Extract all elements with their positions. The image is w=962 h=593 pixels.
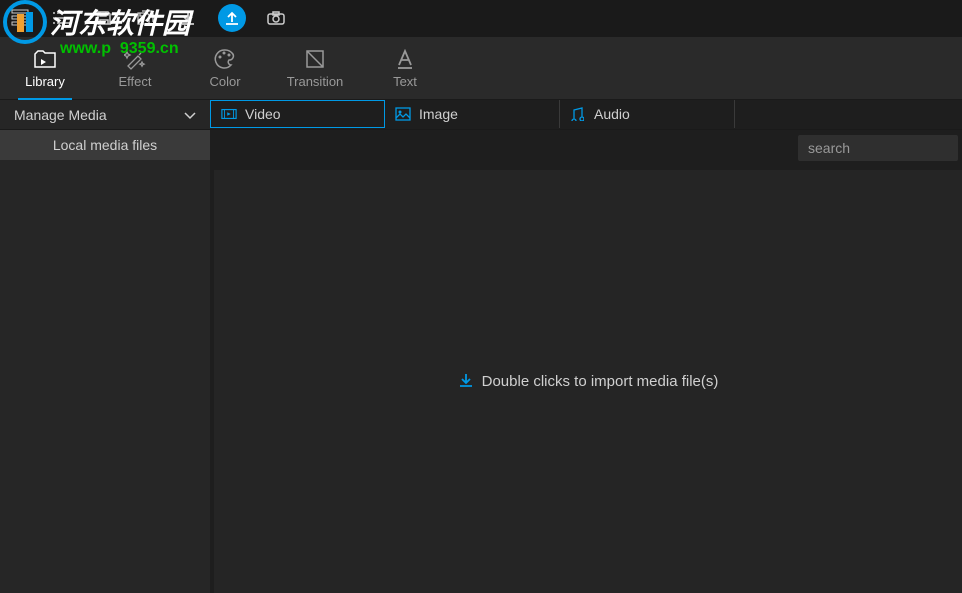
tab-transition-label: Transition xyxy=(287,74,344,89)
sidebar: Manage Media Local media files xyxy=(0,100,210,593)
save-as-icon[interactable] xyxy=(134,6,158,30)
audio-icon xyxy=(570,107,586,121)
save-icon[interactable] xyxy=(92,6,116,30)
tab-color-label: Color xyxy=(209,74,240,89)
media-tab-audio-label: Audio xyxy=(594,106,630,122)
import-icon xyxy=(458,372,474,392)
media-tab-audio[interactable]: Audio xyxy=(560,100,735,128)
library-icon xyxy=(34,48,56,70)
effect-icon xyxy=(124,48,146,70)
main-panel: Video Image Audio xyxy=(210,100,962,593)
camera-icon[interactable] xyxy=(264,6,288,30)
tab-color[interactable]: Color xyxy=(180,36,270,100)
media-tab-image-label: Image xyxy=(419,106,458,122)
tab-library[interactable]: Library xyxy=(0,36,90,100)
tab-text-label: Text xyxy=(393,74,417,89)
manage-media-label: Manage Media xyxy=(14,107,107,123)
tab-text[interactable]: Text xyxy=(360,36,450,100)
tab-effect-label: Effect xyxy=(118,74,151,89)
color-icon xyxy=(214,48,236,70)
manage-media-dropdown[interactable]: Manage Media xyxy=(0,100,210,130)
drop-zone-hint: Double clicks to import media file(s) xyxy=(458,372,719,392)
transition-icon xyxy=(304,48,326,70)
image-icon xyxy=(395,107,411,121)
media-drop-zone[interactable]: Double clicks to import media file(s) xyxy=(214,170,962,593)
tab-transition[interactable]: Transition xyxy=(270,36,360,100)
drop-zone-text: Double clicks to import media file(s) xyxy=(482,373,719,390)
media-tab-video-label: Video xyxy=(245,106,281,122)
chevron-down-icon xyxy=(184,107,196,123)
tab-effect[interactable]: Effect xyxy=(90,36,180,100)
search-input[interactable] xyxy=(798,135,958,161)
list-icon[interactable] xyxy=(50,6,74,30)
main-tabs: Library Effect Color Transition Text xyxy=(0,36,962,100)
sidebar-item-label: Local media files xyxy=(53,137,157,153)
menu-icon[interactable] xyxy=(8,6,32,30)
search-row xyxy=(210,130,962,166)
video-icon xyxy=(221,107,237,121)
media-tab-image[interactable]: Image xyxy=(385,100,560,128)
top-toolbar xyxy=(0,0,962,36)
sidebar-item-local-files[interactable]: Local media files xyxy=(0,130,210,160)
media-type-tabs: Video Image Audio xyxy=(210,100,962,130)
upload-icon[interactable] xyxy=(218,4,246,32)
tab-library-label: Library xyxy=(25,74,65,89)
media-tab-video[interactable]: Video xyxy=(210,100,385,128)
text-icon xyxy=(394,48,416,70)
download-icon[interactable] xyxy=(176,6,200,30)
